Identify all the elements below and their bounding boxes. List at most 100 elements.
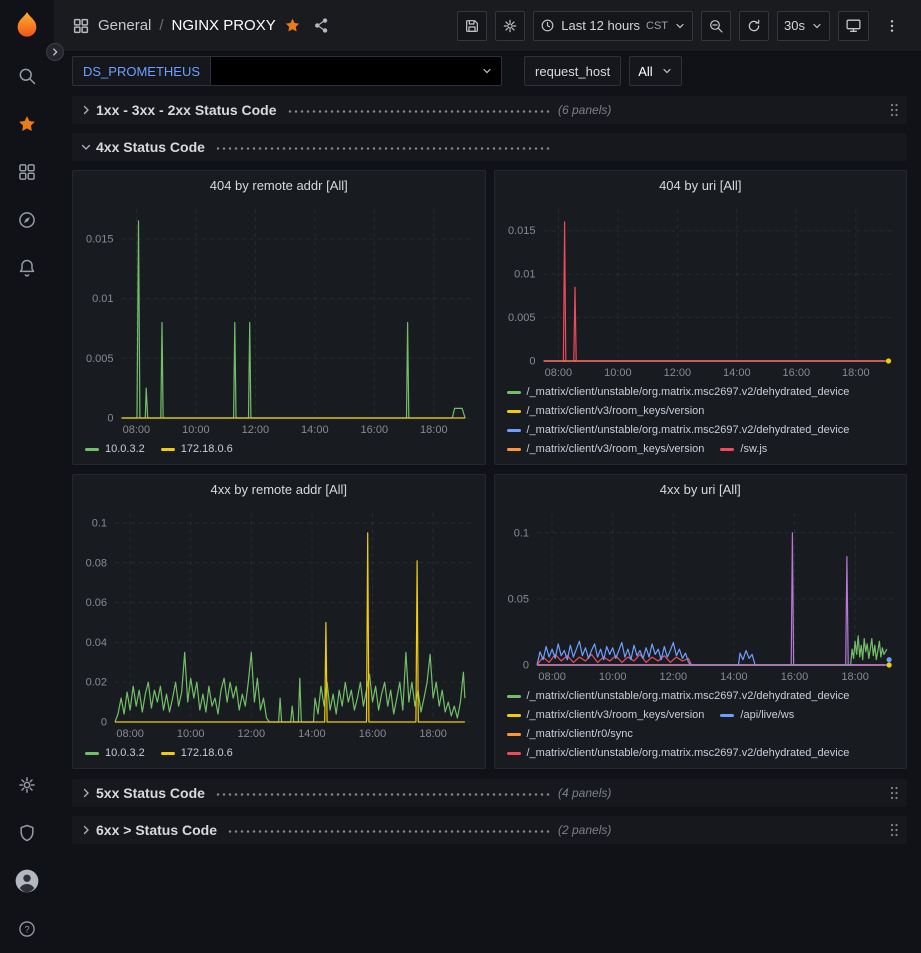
avatar <box>14 868 40 894</box>
legend-item[interactable]: /api/live/ws <box>720 706 794 725</box>
dashboards-grid-icon[interactable] <box>72 17 90 35</box>
series-color-swatch <box>507 429 521 432</box>
sidebar-item-dashboards[interactable] <box>0 148 54 196</box>
sidebar-item-configuration[interactable] <box>0 761 54 809</box>
grafana-logo[interactable] <box>0 0 54 52</box>
datasource-variable-label: DS_PROMETHEUS <box>72 56 210 86</box>
time-series-chart: 00.050.108:0010:0012:0014:0016:0018:00 <box>495 503 907 685</box>
datasource-variable-select[interactable] <box>210 56 502 86</box>
legend-label: 172.18.0.6 <box>181 744 233 763</box>
svg-text:0.02: 0.02 <box>86 677 107 689</box>
panel-header[interactable]: 404 by uri [All] <box>495 171 907 199</box>
row-panel-count: (4 panels) <box>558 786 611 800</box>
time-range-picker[interactable]: Last 12 hours CST <box>533 11 693 41</box>
legend-item[interactable]: 172.18.0.6 <box>161 440 233 459</box>
svg-text:14:00: 14:00 <box>298 728 326 740</box>
legend-item[interactable]: /_matrix/client/r0/sync <box>507 725 633 744</box>
row-dotted-leader <box>215 147 550 150</box>
row-header-6xx[interactable]: 6xx > Status Code (2 panels) <box>72 816 907 844</box>
legend-label: /_matrix/client/unstable/org.matrix.msc2… <box>527 421 850 440</box>
legend-item[interactable]: /_matrix/client/unstable/org.matrix.msc2… <box>507 383 850 402</box>
kebab-menu-button[interactable] <box>877 11 907 41</box>
legend-item[interactable]: /_matrix/client/unstable/org.matrix.msc2… <box>507 687 850 706</box>
svg-text:0.005: 0.005 <box>507 312 535 324</box>
svg-text:12:00: 12:00 <box>242 424 270 436</box>
panel-legend: /_matrix/client/unstable/org.matrix.msc2… <box>495 381 907 464</box>
page-title: NGINX PROXY <box>172 17 276 34</box>
legend-item[interactable]: /sw.js <box>720 440 767 459</box>
drag-handle-icon[interactable] <box>887 822 901 838</box>
chevron-down-icon <box>76 141 96 153</box>
legend-item[interactable]: 10.0.3.2 <box>85 744 145 763</box>
panel-legend: 10.0.3.2 172.18.0.6 <box>73 438 485 464</box>
legend-item[interactable]: 172.18.0.6 <box>161 744 233 763</box>
refresh-interval-dropdown[interactable]: 30s <box>777 11 830 41</box>
row-header-5xx[interactable]: 5xx Status Code (4 panels) <box>72 779 907 807</box>
row-dotted-leader <box>215 793 550 796</box>
tv-mode-button[interactable] <box>838 11 869 41</box>
row-header-4xx[interactable]: 4xx Status Code <box>72 133 907 161</box>
svg-text:0.1: 0.1 <box>513 527 528 539</box>
breadcrumb: General / NGINX PROXY <box>98 17 276 34</box>
svg-text:0: 0 <box>101 717 107 729</box>
row-title: 6xx > Status Code <box>96 822 217 838</box>
series-color-swatch <box>507 695 521 698</box>
panel-header[interactable]: 4xx by uri [All] <box>495 475 907 503</box>
drag-handle-icon[interactable] <box>887 785 901 801</box>
panel-404-by-remote-addr: 404 by remote addr [All] 00.0050.010.015… <box>72 170 486 465</box>
sidebar-item-explore[interactable] <box>0 196 54 244</box>
legend-item[interactable]: 10.0.3.2 <box>85 440 145 459</box>
row-panel-count: (6 panels) <box>558 103 611 117</box>
favorite-star-icon[interactable] <box>284 17 301 34</box>
series-color-swatch <box>720 448 734 451</box>
row-panel-count: (2 panels) <box>558 823 611 837</box>
legend-item[interactable]: /_matrix/client/v3/room_keys/version <box>507 706 705 725</box>
svg-text:0.04: 0.04 <box>86 637 107 649</box>
breadcrumb-folder[interactable]: General <box>98 17 151 34</box>
refresh-button[interactable] <box>739 11 769 41</box>
series-color-swatch <box>161 752 175 755</box>
svg-text:12:00: 12:00 <box>238 728 266 740</box>
panel-title: 404 by remote addr [All] <box>210 178 348 193</box>
legend-item[interactable]: /_matrix/client/unstable/org.matrix.msc2… <box>507 421 850 440</box>
share-icon[interactable] <box>313 17 330 34</box>
sidebar-item-alerting[interactable] <box>0 244 54 292</box>
panel-legend: /_matrix/client/unstable/org.matrix.msc2… <box>495 685 907 768</box>
svg-text:0.015: 0.015 <box>86 233 114 245</box>
star-icon <box>17 114 37 134</box>
sidebar-item-server-admin[interactable] <box>0 809 54 857</box>
series-color-swatch <box>161 448 175 451</box>
legend-item[interactable]: /_matrix/client/v3/room_keys/version <box>507 402 705 421</box>
svg-text:16:00: 16:00 <box>361 424 389 436</box>
sidebar-item-profile[interactable] <box>0 857 54 905</box>
drag-handle-icon[interactable] <box>887 102 901 118</box>
chevron-down-icon <box>811 20 823 32</box>
sidebar-item-help[interactable]: ? <box>0 905 54 953</box>
sidebar-item-starred[interactable] <box>0 100 54 148</box>
refresh-interval-label: 30s <box>784 18 805 33</box>
legend-item[interactable]: /_matrix/client/unstable/org.matrix.msc2… <box>507 744 850 763</box>
sidebar-item-search[interactable] <box>0 52 54 100</box>
dashboard-settings-button[interactable] <box>495 11 525 41</box>
datasource-variable: DS_PROMETHEUS <box>72 56 502 86</box>
expand-menu-button[interactable] <box>46 43 64 61</box>
request-host-variable-select[interactable]: All <box>629 56 681 86</box>
svg-text:0.005: 0.005 <box>86 353 114 365</box>
svg-text:0.01: 0.01 <box>514 269 535 281</box>
svg-text:08:00: 08:00 <box>538 671 566 683</box>
series-color-swatch <box>85 448 99 451</box>
chevron-down-icon <box>674 20 686 32</box>
zoom-out-button[interactable] <box>701 11 731 41</box>
panel-title: 4xx by remote addr [All] <box>210 482 347 497</box>
save-dashboard-button[interactable] <box>457 11 487 41</box>
chevron-down-icon <box>481 65 493 77</box>
panel-header[interactable]: 4xx by remote addr [All] <box>73 475 485 503</box>
gear-icon <box>17 775 37 795</box>
legend-item[interactable]: /_matrix/client/v3/room_keys/version <box>507 440 705 459</box>
legend-label: /sw.js <box>740 440 767 459</box>
panel-title: 404 by uri [All] <box>659 178 741 193</box>
row-header-1xx-3xx-2xx[interactable]: 1xx - 3xx - 2xx Status Code (6 panels) <box>72 96 907 124</box>
svg-text:10:00: 10:00 <box>598 671 626 683</box>
svg-text:0.01: 0.01 <box>92 293 113 305</box>
panel-header[interactable]: 404 by remote addr [All] <box>73 171 485 199</box>
